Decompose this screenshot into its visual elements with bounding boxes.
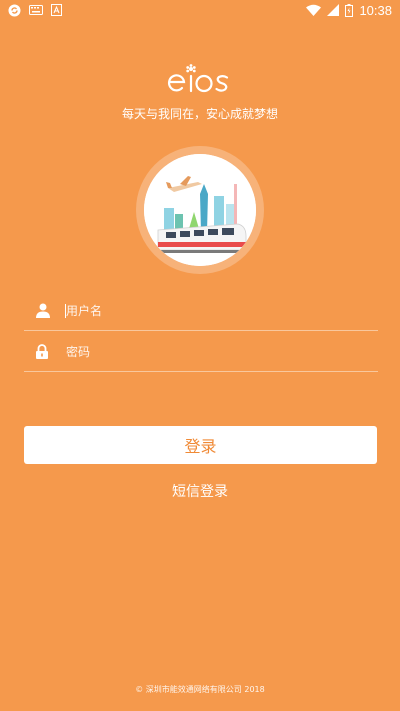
username-field[interactable] bbox=[24, 291, 378, 331]
keyboard-icon bbox=[29, 4, 43, 16]
username-input[interactable] bbox=[64, 295, 378, 326]
a-icon bbox=[51, 4, 62, 16]
password-input[interactable] bbox=[64, 336, 378, 367]
train-window bbox=[208, 229, 218, 235]
sync-icon bbox=[8, 4, 21, 17]
building bbox=[164, 208, 174, 232]
wifi-icon bbox=[306, 4, 322, 16]
copyright-text: © 深圳市能效通网络有限公司 2018 bbox=[135, 685, 265, 694]
password-field[interactable] bbox=[24, 332, 378, 372]
eios-logo bbox=[167, 64, 229, 93]
status-time: 10:38 bbox=[359, 2, 392, 18]
train-window bbox=[194, 230, 204, 236]
battery-icon bbox=[345, 3, 354, 17]
login-button[interactable]: 登录 bbox=[24, 426, 377, 464]
hero-inner bbox=[144, 154, 256, 266]
tower bbox=[200, 184, 208, 232]
rail bbox=[158, 250, 246, 253]
train-window bbox=[166, 232, 176, 238]
slogan: 每天与我同在，安心成就梦想 bbox=[121, 107, 278, 121]
train-window bbox=[222, 228, 234, 235]
train-stripe bbox=[158, 242, 246, 247]
train-window bbox=[180, 231, 190, 237]
logo-area bbox=[0, 62, 400, 96]
status-right: 10:38 bbox=[306, 3, 392, 18]
user-icon bbox=[24, 303, 64, 318]
train-city-illustration bbox=[144, 154, 256, 266]
sms-login-link[interactable]: 短信登录 bbox=[0, 481, 400, 501]
status-left bbox=[8, 4, 62, 17]
signal-icon bbox=[327, 4, 340, 16]
lock-icon bbox=[24, 344, 64, 359]
hero-illustration bbox=[136, 146, 264, 274]
status-bar: 10:38 bbox=[0, 0, 400, 20]
